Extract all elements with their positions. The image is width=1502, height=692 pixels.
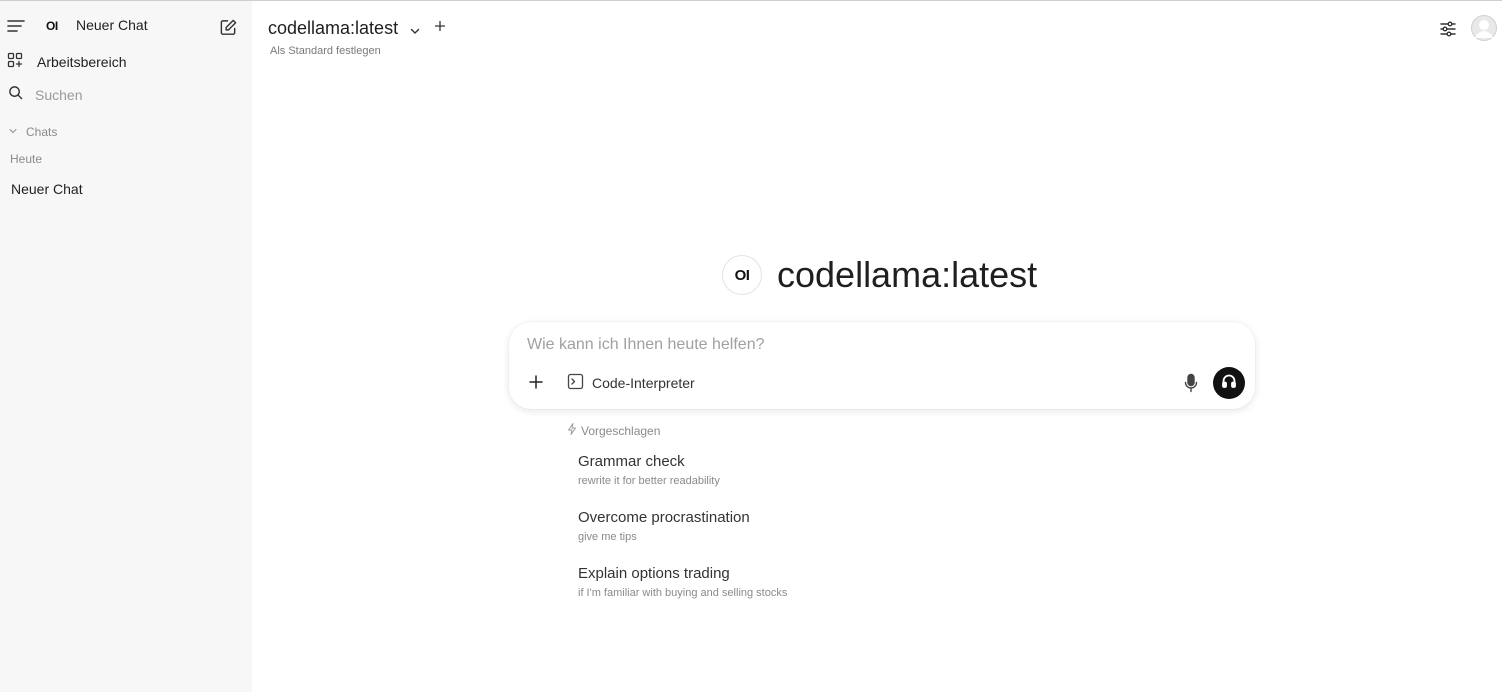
suggestion-item[interactable]: Grammar check rewrite it for better read… [578,453,720,487]
grid-plus-icon [7,52,23,73]
user-avatar-icon[interactable] [1471,15,1497,41]
terminal-icon [567,373,584,393]
suggestion-title: Overcome procrastination [578,509,750,526]
suggestion-subtitle: rewrite it for better readability [578,475,720,487]
search-bar [8,85,215,105]
chat-group-today: Heute [10,152,43,166]
plus-icon [434,19,446,37]
sliders-icon[interactable] [1437,18,1459,40]
model-selector-label: codellama:latest [268,18,399,38]
suggestion-item[interactable]: Explain options trading if I'm familiar … [578,565,787,599]
code-interpreter-label: Code-Interpreter [592,375,695,391]
menu-icon[interactable] [6,16,26,36]
search-input[interactable] [35,87,215,103]
suggestion-title: Explain options trading [578,565,730,582]
sparkle-icon [567,423,577,438]
suggestions-header-label: Vorgeschlagen [581,423,661,438]
model-hero: OI codellama:latest [722,254,1037,296]
search-icon [8,85,23,105]
app-logo: OI [46,19,58,33]
plus-icon[interactable] [527,373,545,391]
microphone-icon[interactable] [1181,373,1201,393]
message-input[interactable] [527,336,1177,354]
app-window: OI Neuer Chat Arbeitsbereich Suchen Chat… [0,0,1502,692]
chevron-down-icon [8,125,18,139]
suggestion-title: Grammar check [578,453,685,470]
workspace-link[interactable]: Arbeitsbereich [7,52,127,72]
chats-section-label: Chats [26,125,58,139]
message-composer: Code-Interpreter [509,322,1255,409]
code-interpreter-toggle[interactable]: Code-Interpreter [567,373,695,393]
chat-list-item[interactable]: Neuer Chat [11,181,83,197]
headphones-icon [1221,373,1237,394]
voice-mode-button[interactable] [1213,367,1245,399]
suggestion-subtitle: give me tips [578,531,637,543]
suggestion-subtitle: if I'm familiar with buying and selling … [578,587,788,599]
sidebar: OI Neuer Chat Arbeitsbereich Suchen Chat… [0,1,252,692]
suggestion-item[interactable]: Overcome procrastination give me tips [578,509,750,543]
edit-icon[interactable] [217,16,239,38]
model-selector[interactable]: codellama:latest [268,18,422,39]
add-model-button[interactable] [433,19,447,37]
suggestions-header: Vorgeschlagen [567,423,660,438]
chevron-down-icon [408,22,422,36]
workspace-label: Arbeitsbereich [37,54,127,70]
chats-section-toggle[interactable]: Chats [8,124,57,140]
set-default-link[interactable]: Als Standard festlegen [270,45,381,57]
hero-model-name: codellama:latest [777,254,1038,295]
model-logo: OI [722,255,762,295]
new-chat-link[interactable]: Neuer Chat [76,17,148,33]
